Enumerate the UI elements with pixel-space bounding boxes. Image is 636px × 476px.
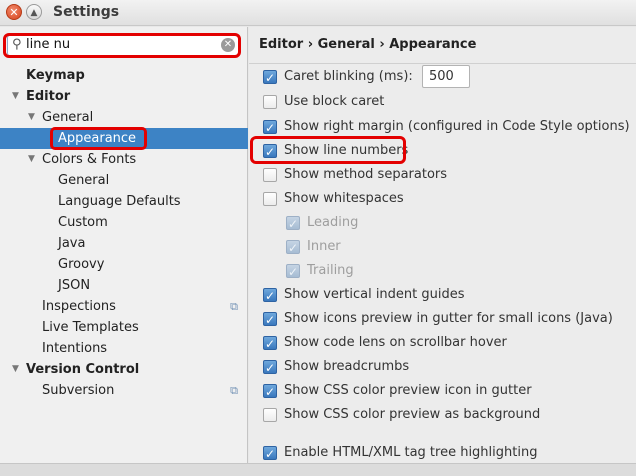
tree-item-live-templates[interactable]: Live Templates	[0, 317, 248, 338]
option-label: Show right margin (configured in Code St…	[284, 119, 630, 134]
expand-arrow-icon[interactable]: ▼	[28, 149, 35, 170]
settings-tree-panel: ⚲ line nu ✕ Keymap ▼ Editor ▼ General Appeara…	[0, 27, 248, 463]
tree-item-label: Inspections	[42, 299, 116, 314]
expand-arrow-icon[interactable]: ▼	[28, 107, 35, 128]
tree-item-keymap[interactable]: Keymap	[0, 65, 248, 86]
checkbox[interactable]	[263, 168, 277, 182]
option-label: Trailing	[307, 263, 354, 278]
tree-item-version-control[interactable]: ▼ Version Control	[0, 359, 248, 380]
tree-item-label: JSON	[58, 278, 91, 293]
option-label: Show breadcrumbs	[284, 359, 410, 374]
breadcrumb-text: Editor › General › Appearance	[259, 37, 477, 52]
option-label: Show code lens on scrollbar hover	[284, 335, 507, 350]
copy-icon: ⧉	[230, 384, 238, 397]
option-label: Show CSS color preview icon in gutter	[284, 383, 532, 398]
tree-item-label: Keymap	[26, 68, 85, 83]
tree-item-label: General	[42, 110, 94, 125]
tree-item-colors-fonts[interactable]: ▼ Colors & Fonts	[0, 149, 248, 170]
option-label: Enable HTML/XML tag tree highlighting	[284, 445, 538, 460]
checkbox	[286, 214, 300, 234]
checkbox[interactable]	[263, 358, 277, 378]
checkbox	[286, 262, 300, 282]
checkbox[interactable]	[263, 95, 277, 109]
option-label: Show method separators	[284, 167, 448, 182]
breadcrumb: Editor › General › Appearance	[249, 27, 636, 64]
tree-item-label: Live Templates	[42, 320, 139, 335]
option-label: Caret blinking (ms):	[284, 69, 413, 84]
option-label: Show whitespaces	[284, 191, 404, 206]
tree-item-subversion[interactable]: Subversion ⧉	[0, 380, 248, 401]
checkbox[interactable]	[263, 444, 277, 464]
checkbox[interactable]	[263, 286, 277, 306]
checkbox[interactable]	[263, 68, 277, 88]
option-label: Show CSS color preview as background	[284, 407, 541, 422]
tree-item-label: General	[58, 173, 110, 188]
tree-item-label: Java	[58, 236, 86, 251]
window-title: Settings	[53, 4, 120, 20]
tree-item-intentions[interactable]: Intentions	[0, 338, 248, 359]
checkbox[interactable]	[263, 382, 277, 402]
copy-icon: ⧉	[230, 300, 238, 313]
tree-item-label: Version Control	[26, 362, 140, 377]
checkbox	[286, 238, 300, 258]
minimize-icon[interactable]: ▲	[26, 4, 42, 20]
checkbox[interactable]	[263, 118, 277, 138]
search-highlight-annotation	[3, 33, 241, 58]
tree-item-label: Language Defaults	[58, 194, 181, 209]
option-label: Leading	[307, 215, 359, 230]
tree-item-language-defaults[interactable]: Language Defaults	[0, 191, 248, 212]
tree-item-editor[interactable]: ▼ Editor	[0, 86, 248, 107]
tree-item-label: Editor	[26, 89, 71, 104]
appearance-highlight-annotation	[50, 127, 147, 150]
caret-blink-ms-input[interactable]: 500	[422, 65, 470, 88]
title-bar: ✕ ▲ Settings	[0, 0, 636, 26]
tree-item-label: Subversion	[42, 383, 115, 398]
tree-item-label: Intentions	[42, 341, 108, 356]
appearance-options-panel: Caret blinking (ms): 500 Use block caret Sh…	[249, 64, 636, 464]
line-numbers-highlight-annotation	[250, 136, 406, 164]
option-label: Show vertical indent guides	[284, 287, 465, 302]
expand-arrow-icon[interactable]: ▼	[12, 86, 19, 107]
checkbox[interactable]	[263, 408, 277, 422]
option-label: Use block caret	[284, 94, 385, 109]
tree-item-general[interactable]: General	[0, 170, 248, 191]
checkbox[interactable]	[263, 192, 277, 206]
close-icon[interactable]: ✕	[6, 4, 22, 20]
checkbox[interactable]	[263, 310, 277, 330]
tree-item-label: Colors & Fonts	[42, 152, 137, 167]
option-label: Show icons preview in gutter for small i…	[284, 311, 613, 326]
expand-arrow-icon[interactable]: ▼	[12, 359, 19, 380]
tree-item-custom[interactable]: Custom	[0, 212, 248, 233]
tree-item-label: Groovy	[58, 257, 105, 272]
checkbox[interactable]	[263, 334, 277, 354]
tree-item-general[interactable]: ▼ General	[0, 107, 248, 128]
tree-item-label: Custom	[58, 215, 108, 230]
option-label: Inner	[307, 239, 341, 254]
tree-item-java[interactable]: Java	[0, 233, 248, 254]
tree-item-inspections[interactable]: Inspections ⧉	[0, 296, 248, 317]
tree-item-groovy[interactable]: Groovy	[0, 254, 248, 275]
bottom-bar	[0, 463, 636, 476]
tree-item-json[interactable]: JSON	[0, 275, 248, 296]
